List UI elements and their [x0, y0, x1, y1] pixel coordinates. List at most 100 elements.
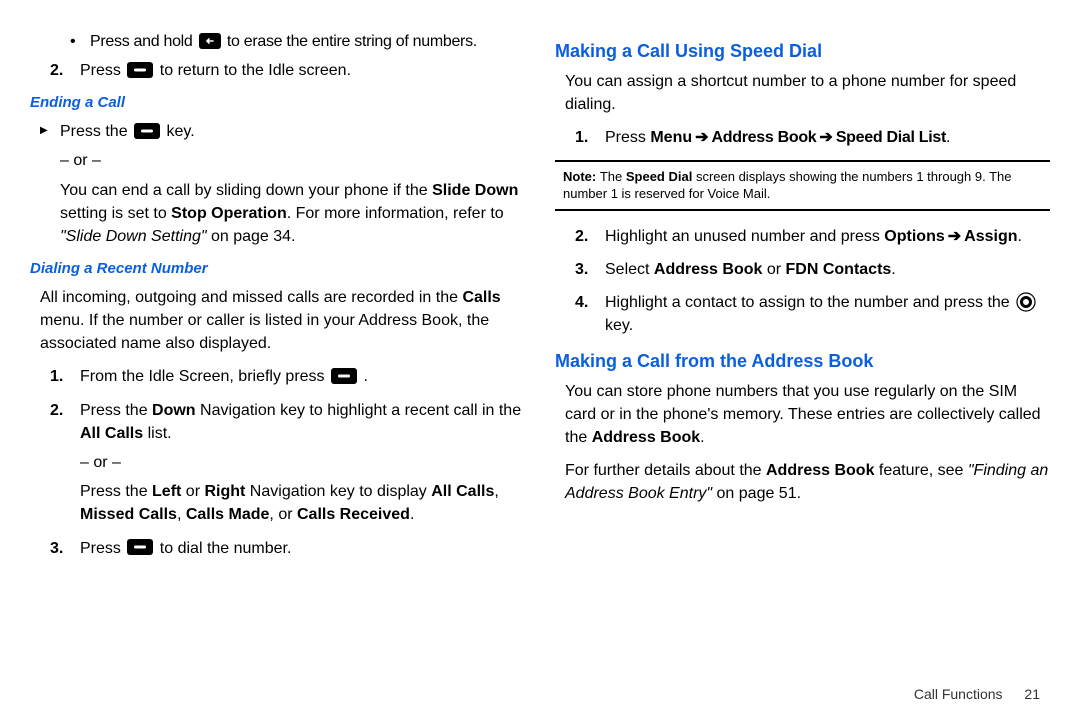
num-label: 3.: [50, 537, 63, 560]
text: on page 51.: [712, 485, 801, 502]
num-label: 2.: [50, 399, 63, 422]
italic-ref: "Slide Down Setting": [60, 228, 207, 245]
bold: FDN Contacts: [786, 261, 892, 278]
text: key.: [605, 317, 633, 334]
bold: Address Book: [766, 462, 874, 479]
text: to return to the Idle screen.: [160, 62, 351, 79]
text: Highlight a contact to assign to the num…: [605, 294, 1014, 311]
bold: Missed Calls: [80, 506, 177, 523]
text: or: [762, 261, 785, 278]
text: Select: [605, 261, 654, 278]
text: Press: [605, 129, 650, 146]
dialing-steps: 1. From the Idle Screen, briefly press .…: [30, 365, 525, 559]
arrow-icon: ➔: [695, 129, 708, 146]
bold: Right: [204, 483, 245, 500]
or-text: – or –: [80, 451, 525, 474]
note-box: Note: The Speed Dial screen displays sho…: [555, 160, 1050, 211]
bold: Speed Dial List: [836, 129, 946, 146]
call-key-icon: [127, 539, 153, 555]
text: ,: [177, 506, 186, 523]
text: Press: [80, 62, 125, 79]
page-footer: Call Functions 21: [914, 686, 1040, 702]
address-book-heading: Making a Call from the Address Book: [555, 348, 1050, 374]
speed-body: You can assign a shortcut number to a ph…: [565, 70, 1050, 116]
speed-steps-rest: 2. Highlight an unused number and press …: [555, 225, 1050, 338]
num-label: 1.: [575, 126, 588, 149]
bold: Address Book: [654, 261, 762, 278]
text: The: [600, 169, 626, 184]
text: From the Idle Screen, briefly press: [80, 368, 329, 385]
num-label: 2.: [575, 225, 588, 248]
speed-step1: 1. Press Menu➔Address Book➔Speed Dial Li…: [555, 126, 1050, 149]
bold: Menu: [650, 129, 692, 146]
text: All incoming, outgoing and missed calls …: [40, 289, 462, 306]
text: Press the: [60, 123, 132, 140]
bold: Options: [884, 228, 944, 245]
right-column: Making a Call Using Speed Dial You can a…: [555, 30, 1050, 570]
text: .: [946, 129, 950, 146]
text: .: [891, 261, 895, 278]
arrow-icon: ➔: [819, 129, 832, 146]
text: list.: [143, 425, 171, 442]
text: You can end a call by sliding down your …: [60, 182, 432, 199]
arrow-icon: ➔: [948, 228, 961, 245]
dialing-body: All incoming, outgoing and missed calls …: [40, 286, 525, 356]
text: Navigation key to highlight a recent cal…: [196, 402, 522, 419]
dialing-recent-heading: Dialing a Recent Number: [30, 258, 525, 280]
bold: Stop Operation: [171, 205, 287, 222]
ending-call-steps: Press the key. – or – You can end a call…: [30, 120, 525, 248]
footer-page-number: 21: [1024, 686, 1040, 702]
bold: Slide Down: [432, 182, 518, 199]
footer-section: Call Functions: [914, 686, 1003, 702]
text: .: [700, 429, 704, 446]
num-label: 3.: [575, 258, 588, 281]
text: Press the: [80, 483, 152, 500]
text: Press and hold: [90, 33, 193, 50]
bold: Address Book: [592, 429, 700, 446]
text: .: [410, 506, 414, 523]
bold: All Calls: [431, 483, 494, 500]
bold: All Calls: [80, 425, 143, 442]
or-text: – or –: [60, 149, 525, 172]
bold: Calls Made: [186, 506, 270, 523]
ab-ref: For further details about the Address Bo…: [565, 459, 1050, 505]
bold: Address Book: [712, 129, 817, 146]
bold: Assign: [964, 228, 1017, 245]
bold: Calls Received: [297, 506, 410, 523]
text: , or: [269, 506, 297, 523]
text: on page 34.: [207, 228, 296, 245]
erase-bullet-line: Press and hold to erase the entire strin…: [30, 30, 525, 53]
call-key-icon: [331, 368, 357, 384]
text: .: [1017, 228, 1021, 245]
text: Navigation key to display: [245, 483, 431, 500]
return-idle-item: 2. Press to return to the Idle screen.: [30, 59, 525, 82]
text: or: [181, 483, 204, 500]
ending-call-heading: Ending a Call: [30, 92, 525, 114]
back-key-icon: [199, 33, 221, 49]
ab-body: You can store phone numbers that you use…: [565, 380, 1050, 450]
center-key-icon: [1016, 292, 1036, 312]
end-key-icon: [127, 62, 153, 78]
end-key-icon: [134, 123, 160, 139]
text: Highlight an unused number and press: [605, 228, 884, 245]
text: feature, see: [874, 462, 967, 479]
note-label: Note:: [563, 169, 600, 184]
text: key.: [166, 123, 194, 140]
text: ,: [494, 483, 498, 500]
text: Press the: [80, 402, 152, 419]
bold: Left: [152, 483, 181, 500]
speed-dial-heading: Making a Call Using Speed Dial: [555, 38, 1050, 64]
text: to erase the entire string of numbers.: [227, 33, 477, 50]
text: setting is set to: [60, 205, 171, 222]
left-column: Press and hold to erase the entire strin…: [30, 30, 525, 570]
num-label: 1.: [50, 365, 63, 388]
text: Press: [80, 540, 125, 557]
bold: Calls: [462, 289, 500, 306]
text: to dial the number.: [160, 540, 292, 557]
bold: Down: [152, 402, 196, 419]
text: . For more information, refer to: [287, 205, 504, 222]
text: menu. If the number or caller is listed …: [40, 312, 489, 352]
num-label: 2.: [50, 59, 63, 82]
bold: Speed Dial: [626, 169, 692, 184]
text: .: [363, 368, 367, 385]
